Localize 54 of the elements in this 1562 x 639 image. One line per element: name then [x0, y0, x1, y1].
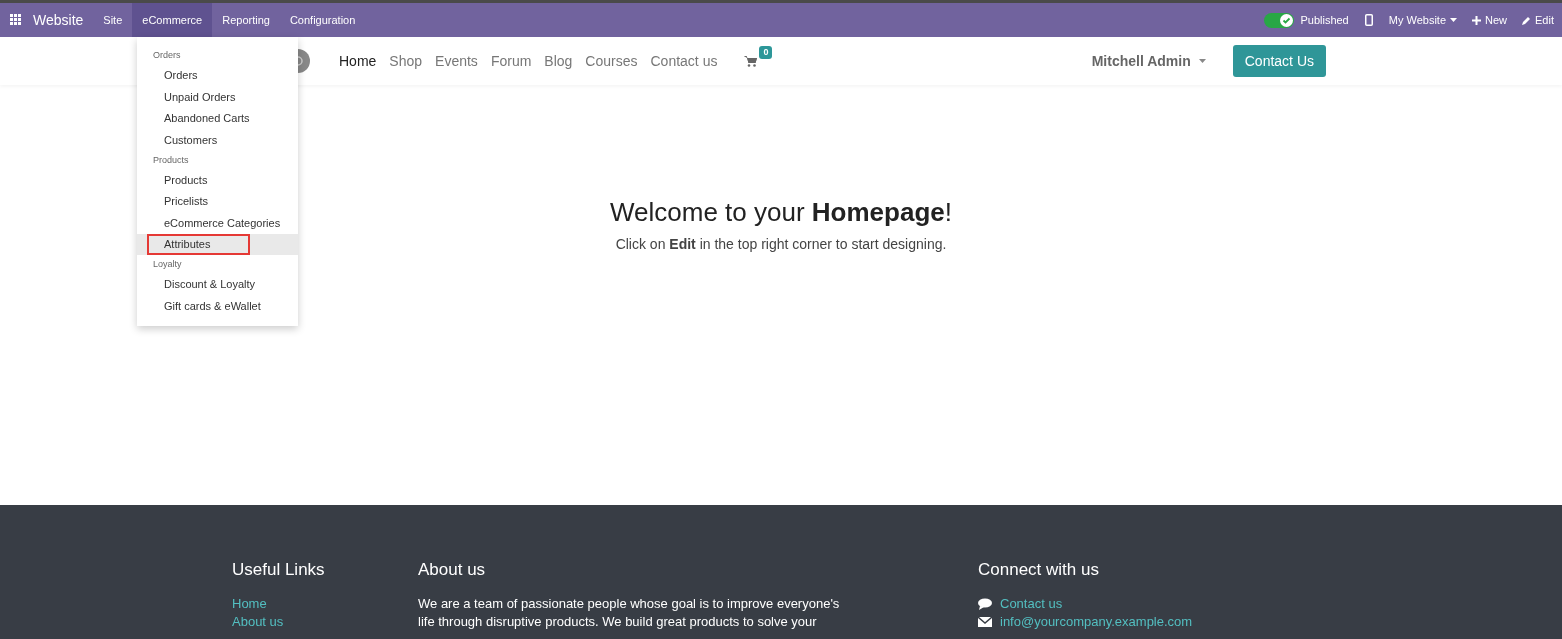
hero-subtitle: Click on Edit in the top right corner to start designing.: [615, 235, 947, 254]
menu-section-heading: Orders: [152, 49, 182, 62]
hero-title: Welcome to your Homepage!: [610, 196, 952, 229]
menu-item[interactable]: Gift cards & eWallet: [137, 295, 298, 317]
speech-bubble-icon: [978, 597, 992, 610]
nav-link[interactable]: Forum: [490, 50, 532, 72]
menu-tab[interactable]: Site: [93, 3, 133, 37]
pencil-icon: [1522, 15, 1532, 25]
footer-heading: Useful Links: [232, 559, 326, 581]
footer-heading: Connect with us: [978, 559, 1100, 581]
footer-link[interactable]: Contact us: [1000, 593, 1063, 614]
published-toggle[interactable]: Published: [1264, 11, 1349, 29]
footer-link[interactable]: About us: [232, 612, 418, 631]
user-menu[interactable]: Mitchell Admin: [1091, 50, 1206, 72]
nav-link[interactable]: Events: [435, 50, 478, 72]
menu-section-heading: Products: [152, 153, 190, 167]
cart-count: 0: [759, 45, 773, 59]
menu-tab[interactable]: Reporting: [212, 3, 280, 37]
plus-icon: [1472, 15, 1481, 25]
check-icon: [1280, 13, 1294, 27]
nav-link[interactable]: Contact us: [650, 50, 718, 72]
nav-link[interactable]: Courses: [585, 50, 638, 72]
footer-link[interactable]: Home: [232, 594, 418, 613]
menu-item[interactable]: eCommerce Categories: [137, 212, 298, 234]
edit-button[interactable]: Edit: [1522, 11, 1554, 29]
menu-tab[interactable]: Configuration: [279, 3, 366, 37]
menu-item[interactable]: Attributes: [137, 233, 298, 255]
footer-heading: About us: [418, 559, 487, 581]
cart-icon: [744, 55, 758, 67]
menu-item[interactable]: Orders: [137, 64, 298, 86]
toggle-switch[interactable]: [1264, 12, 1295, 28]
menu-item[interactable]: Products: [137, 169, 298, 191]
mobile-phone-icon[interactable]: [1364, 14, 1373, 26]
menu-section-heading: Loyalty: [152, 258, 183, 271]
menu-tab[interactable]: eCommerce: [132, 3, 213, 37]
envelope-icon: [978, 616, 992, 627]
footer-link[interactable]: info@yourcompany.example.com: [1000, 611, 1193, 632]
app-name: Website: [33, 10, 84, 30]
nav-link[interactable]: Home: [339, 50, 377, 72]
caret-icon: [1450, 18, 1457, 22]
website-selector[interactable]: My Website: [1388, 11, 1457, 29]
apps-grid-icon[interactable]: [10, 14, 22, 26]
menu-item[interactable]: Pricelists: [137, 190, 298, 212]
about-text: We are a team of passionate people whose goal is to improve everyone's life through disruptive products. We build great products to solve your: [418, 594, 841, 631]
nav-link[interactable]: Blog: [544, 50, 573, 72]
logo-icon: [298, 49, 312, 73]
menu-item[interactable]: Abandoned Carts: [137, 107, 298, 129]
contact-us-button[interactable]: Contact Us: [1232, 45, 1326, 77]
menu-item[interactable]: Unpaid Orders: [137, 86, 298, 108]
menu-item[interactable]: Customers: [137, 129, 298, 151]
new-button[interactable]: New: [1472, 11, 1508, 29]
caret-icon: [1198, 59, 1206, 63]
nav-link[interactable]: Shop: [389, 50, 423, 72]
menu-item[interactable]: Discount & Loyalty: [137, 273, 298, 295]
